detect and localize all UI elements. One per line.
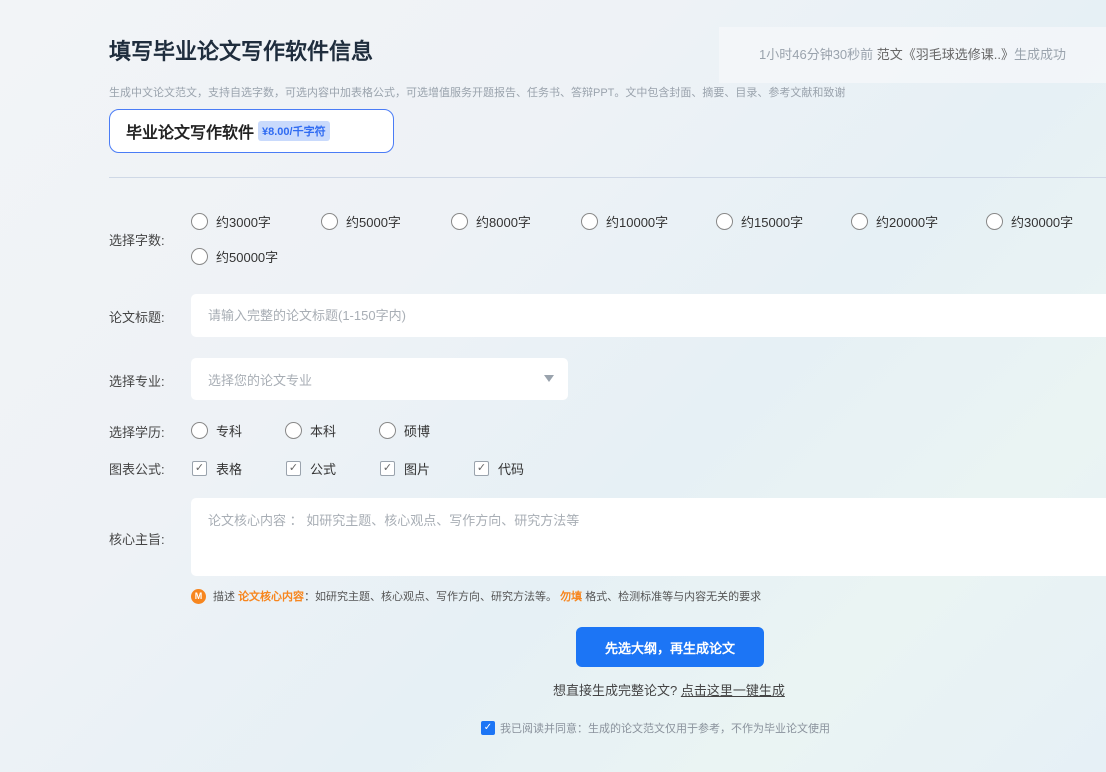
major-select[interactable]: 选择您的论文专业 [191,358,568,400]
outline-first-button[interactable]: 先选大纲，再生成论文 [576,627,764,667]
product-card[interactable]: 毕业论文写作软件 ¥8.00/千字符 [109,109,394,153]
radio-circle[interactable] [581,213,598,230]
hint-badge-icon: M [191,588,206,604]
word-count-option[interactable]: 约30000字 [986,212,1073,231]
paper-form-page: 填写毕业论文写作软件信息 1小时46分钟30秒前 范文《羽毛球选修课..》生成成… [0,0,1106,772]
caret-down-icon[interactable] [544,375,554,382]
core-hint: M 描述 论文核心内容 ：如研究主题、核心观点、写作方向、研究方法等。 勿填 格式… [191,588,761,604]
radio-circle[interactable] [716,213,733,230]
direct-generate-link[interactable]: 点击这里一键生成 [681,683,785,698]
word-count-label: 选择字数: [109,233,165,248]
major-label: 选择专业: [109,374,165,389]
divider [109,177,1106,178]
word-count-option[interactable]: 约10000字 [581,212,668,231]
radio-circle[interactable] [191,213,208,230]
direct-generate: 想直接生成完整论文? 点击这里一键生成 [553,680,785,699]
page-title: 填写毕业论文写作软件信息 [109,39,374,64]
core-label: 核心主旨: [109,532,165,547]
radio-circle[interactable] [851,213,868,230]
radio-circle[interactable] [379,422,396,439]
radio-circle[interactable] [451,213,468,230]
education-label: 选择学历: [109,425,165,440]
generation-notice: 1小时46分钟30秒前 范文《羽毛球选修课..》生成成功 [719,27,1106,83]
education-option[interactable]: 硕博 [379,421,430,440]
chart-formula-option[interactable]: ✓ 代码 [474,459,524,478]
education-option[interactable]: 专科 [191,421,242,440]
agreement-text: 我已阅读并同意：生成的论文范文仅用于参考，不作为毕业论文使用 [500,723,830,735]
paper-title-input[interactable] [191,294,1106,337]
paper-title-label: 论文标题: [109,310,165,325]
core-content-textarea[interactable] [191,498,1106,576]
direct-question: 想直接生成完整论文? [553,683,678,698]
notice-time: 1小时46分钟30秒前 [759,47,874,62]
education-option[interactable]: 本科 [285,421,336,440]
checkmark-icon[interactable]: ✓ [474,461,489,476]
word-count-option[interactable]: 约50000字 [191,247,278,266]
chart-formula-option[interactable]: ✓ 公式 [286,459,336,478]
price-badge: ¥8.00/千字符 [258,121,330,141]
product-name: 毕业论文写作软件 [126,125,255,142]
chart-formula-option[interactable]: ✓ 图片 [380,459,430,478]
agreement-checkbox[interactable]: ✓ [481,721,495,735]
major-placeholder: 选择您的论文专业 [208,372,313,388]
chart-formula-option[interactable]: ✓ 表格 [192,459,242,478]
radio-circle[interactable] [191,248,208,265]
radio-circle[interactable] [321,213,338,230]
radio-circle[interactable] [285,422,302,439]
checkmark-icon[interactable]: ✓ [286,461,301,476]
service-description: 生成中文论文范文，支持自选字数，可选内容中加表格公式，可选增值服务开题报告、任务… [109,87,846,99]
checkmark-icon[interactable]: ✓ [380,461,395,476]
chart-formula-label: 图表公式: [109,462,165,477]
radio-circle[interactable] [986,213,1003,230]
notice-title: 范文《羽毛球选修课..》 [876,47,1015,62]
word-count-option[interactable]: 约5000字 [321,212,401,231]
word-count-option[interactable]: 约20000字 [851,212,938,231]
word-count-option[interactable]: 约15000字 [716,212,803,231]
word-count-option[interactable]: 约3000字 [191,212,271,231]
agreement: ✓ 我已阅读并同意：生成的论文范文仅用于参考，不作为毕业论文使用 [481,720,830,736]
word-count-option[interactable]: 约8000字 [451,212,531,231]
checkmark-icon[interactable]: ✓ [192,461,207,476]
radio-circle[interactable] [191,422,208,439]
notice-status: 生成成功 [1014,47,1067,62]
